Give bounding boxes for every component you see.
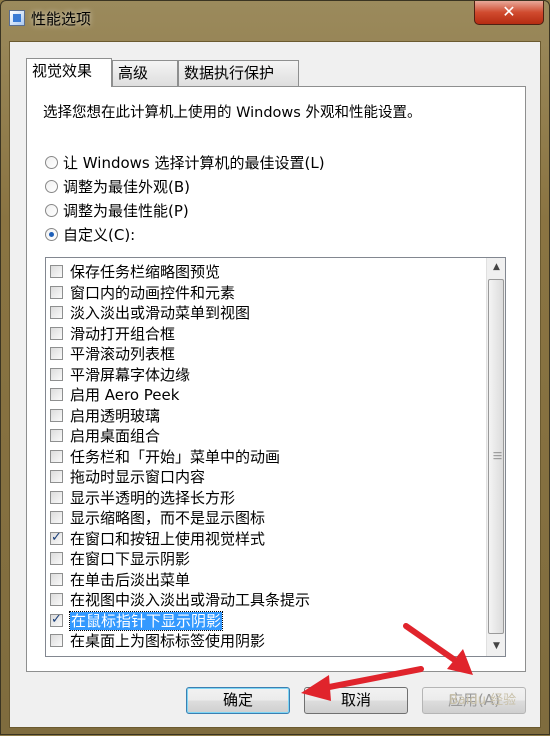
performance-options-window: 性能选项 ✕ 视觉效果 高级 数据执行保护 选择您想在此计算机上使用的 Wind…: [0, 0, 550, 735]
annotation-arrows: [301, 623, 473, 701]
watermark: Baidu 经验: [449, 693, 517, 708]
arrow-to-ok-button-icon: [301, 666, 424, 701]
tab-visual-effects[interactable]: 视觉效果: [26, 58, 112, 87]
